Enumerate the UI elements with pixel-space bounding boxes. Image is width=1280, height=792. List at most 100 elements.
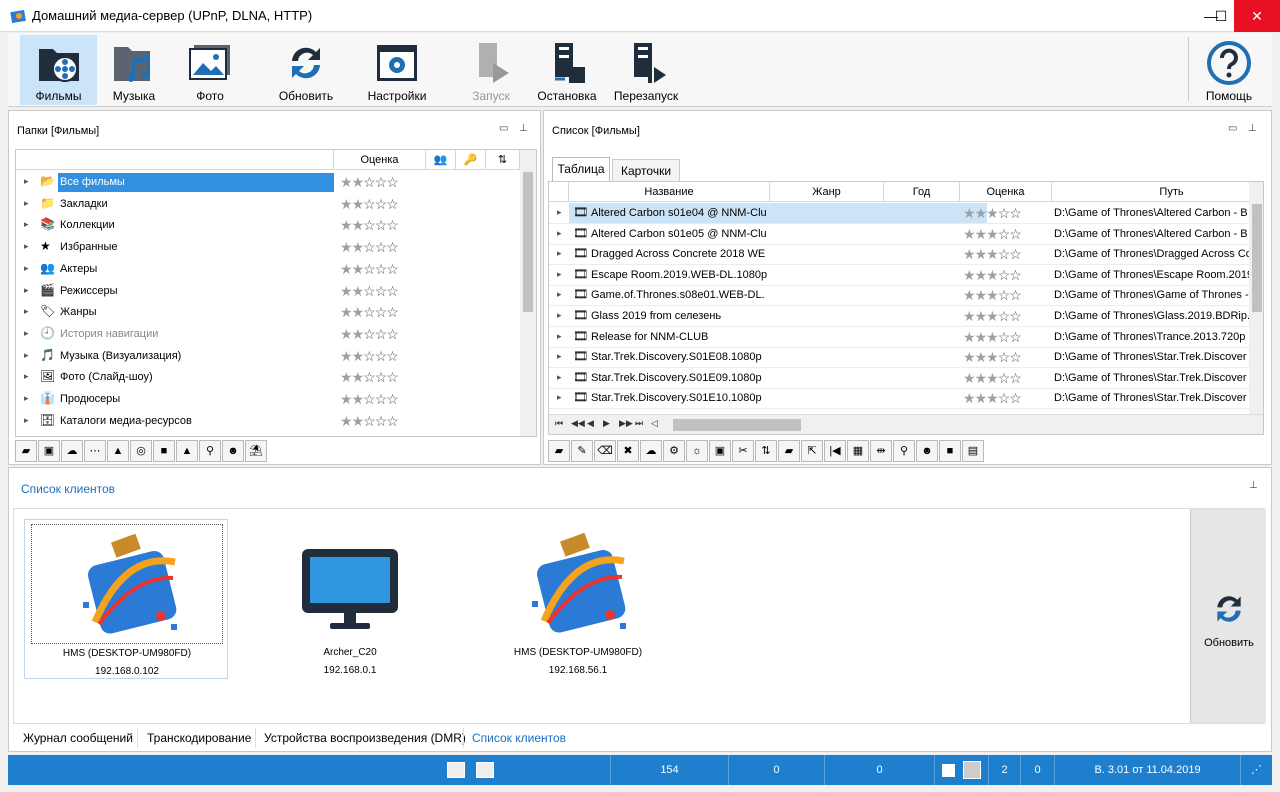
folder-icon[interactable]: ▣ bbox=[38, 440, 60, 462]
sort-column-icon[interactable]: ⇅ bbox=[486, 150, 520, 170]
expand-arrow-icon[interactable]: ▸ bbox=[557, 372, 562, 383]
music-button[interactable]: Музыка bbox=[98, 35, 170, 105]
rating-stars[interactable]: ★★☆☆☆ bbox=[340, 367, 399, 387]
column-path[interactable]: Путь bbox=[1052, 182, 1263, 202]
rating-stars[interactable]: ★★★☆☆ bbox=[963, 368, 1022, 388]
pin-icon[interactable]: ⊥ bbox=[519, 123, 528, 134]
expand-arrow-icon[interactable]: ▸ bbox=[557, 289, 562, 300]
navigator-button[interactable]: ⏭ bbox=[635, 418, 643, 429]
help-button[interactable]: Помощь bbox=[1198, 35, 1260, 105]
start-button[interactable]: Запуск bbox=[456, 35, 526, 105]
navigator-button[interactable]: ▶▶ bbox=[619, 418, 633, 429]
navigator-button[interactable]: ⏮ bbox=[555, 418, 563, 429]
photo-button[interactable]: Фото bbox=[174, 35, 246, 105]
table-row[interactable]: ▸ 🎞 Game.of.Thrones.s08e01.WEB-DL. ★★★☆☆ D:\… bbox=[549, 285, 1249, 307]
column-rating[interactable]: Оценка bbox=[960, 182, 1052, 202]
table-row[interactable]: ▸ 🎞 Altered Carbon s01e05 @ NNM-Clu ★★★☆☆ D:… bbox=[549, 224, 1249, 245]
pin-icon[interactable]: ⊥ bbox=[1248, 123, 1257, 134]
tools-icon[interactable]: ✂ bbox=[732, 440, 754, 462]
rating-stars[interactable]: ★★★☆☆ bbox=[963, 285, 1022, 305]
refresh-button[interactable]: Обновить bbox=[270, 35, 342, 105]
navigator-button[interactable]: ◀ bbox=[587, 418, 594, 429]
save-icon[interactable]: ■ bbox=[939, 440, 961, 462]
expand-arrow-icon[interactable]: ▸ bbox=[557, 207, 562, 218]
clients-refresh-button[interactable]: Обновить bbox=[1190, 509, 1266, 723]
films-scrollbar[interactable] bbox=[1249, 182, 1263, 414]
folder-item[interactable]: ▸ 📂 Все фильмы ★★☆☆☆ bbox=[16, 172, 520, 193]
web-icon[interactable]: ◎ bbox=[130, 440, 152, 462]
horizontal-scroll-thumb[interactable] bbox=[673, 419, 801, 431]
status-checkbox[interactable] bbox=[934, 755, 988, 785]
rating-stars[interactable]: ★★☆☆☆ bbox=[340, 411, 399, 431]
folder-item[interactable]: ▸ 📚 Коллекции ★★☆☆☆ bbox=[16, 215, 520, 236]
rating-stars[interactable]: ★★☆☆☆ bbox=[340, 324, 399, 344]
column-genre[interactable]: Жанр bbox=[770, 182, 884, 202]
folder-item[interactable]: ▸ 👔 Продюсеры ★★☆☆☆ bbox=[16, 389, 520, 410]
rating-stars[interactable]: ★★☆☆☆ bbox=[340, 194, 399, 214]
column-year[interactable]: Год bbox=[884, 182, 960, 202]
close-button[interactable]: ✕ bbox=[1234, 0, 1280, 32]
save-icon[interactable]: ■ bbox=[153, 440, 175, 462]
table-row[interactable]: ▸ 🎞 Star.Trek.Discovery.S01E09.1080p ★★★☆☆ D… bbox=[549, 368, 1249, 389]
tab-table[interactable]: Таблица bbox=[552, 157, 610, 182]
umbrella-icon[interactable]: ⛱ bbox=[245, 440, 267, 462]
rating-stars[interactable]: ★★★☆☆ bbox=[963, 265, 1022, 285]
folder-item[interactable]: ▸ 🏷 Жанры ★★☆☆☆ bbox=[16, 302, 520, 323]
rating-stars[interactable]: ★★☆☆☆ bbox=[340, 237, 399, 257]
rating-stars[interactable]: ★★☆☆☆ bbox=[340, 389, 399, 409]
status-icon-1[interactable] bbox=[438, 755, 474, 785]
rating-stars[interactable]: ★★★☆☆ bbox=[963, 203, 1022, 223]
folder-add-icon[interactable]: ▰ bbox=[778, 440, 800, 462]
client-card[interactable]: HMS (DESKTOP-UM980FD) 192.168.56.1 bbox=[476, 519, 680, 679]
expand-arrow-icon[interactable]: ▸ bbox=[24, 176, 29, 187]
restart-button[interactable]: Перезапуск bbox=[608, 35, 684, 105]
sort-icon[interactable]: ⇅ bbox=[755, 440, 777, 462]
delete-icon[interactable]: ⌫ bbox=[594, 440, 616, 462]
folder-item[interactable]: ▸ ★ Избранные ★★☆☆☆ bbox=[16, 237, 520, 258]
resize-grip-icon[interactable]: ⋰ bbox=[1240, 755, 1272, 785]
rating-stars[interactable]: ★★☆☆☆ bbox=[340, 302, 399, 322]
expand-arrow-icon[interactable]: ▸ bbox=[557, 248, 562, 259]
key-icon[interactable]: ⚲ bbox=[893, 440, 915, 462]
tab-client-list[interactable]: Список клиентов bbox=[472, 731, 566, 745]
status-icon-2[interactable] bbox=[474, 755, 610, 785]
rating-stars[interactable]: ★★☆☆☆ bbox=[340, 346, 399, 366]
table-row[interactable]: ▸ 🎞 Release for NNM-CLUB ★★★☆☆ D:\Game of Th… bbox=[549, 327, 1249, 348]
expand-arrow-icon[interactable]: ▸ bbox=[24, 393, 29, 404]
rating-stars[interactable]: ★★★☆☆ bbox=[963, 347, 1022, 367]
cloud-icon[interactable]: ☁ bbox=[640, 440, 662, 462]
table-row[interactable]: ▸ 🎞 Glass 2019 from селезень ★★★☆☆ D:\Game o… bbox=[549, 306, 1250, 327]
edit-icon[interactable]: ✎ bbox=[571, 440, 593, 462]
expand-arrow-icon[interactable]: ▸ bbox=[24, 371, 29, 382]
folder-item[interactable]: ▸ 🎵 Музыка (Визуализация) ★★☆☆☆ bbox=[16, 346, 520, 367]
folder-item[interactable]: ▸ 📁 Закладки ★★☆☆☆ bbox=[16, 194, 520, 215]
folders-scrollbar[interactable] bbox=[520, 150, 536, 436]
rating-stars[interactable]: ★★★☆☆ bbox=[963, 327, 1022, 347]
open-folder-icon[interactable]: ▰ bbox=[15, 440, 37, 462]
users-icon[interactable]: ☻ bbox=[222, 440, 244, 462]
rating-stars[interactable]: ★★★☆☆ bbox=[963, 244, 1022, 264]
table-row[interactable]: ▸ 🎞 Altered Carbon s01e04 @ NNM-Clu ★★★☆☆ D:… bbox=[549, 203, 1249, 224]
remove-icon[interactable]: ✖ bbox=[617, 440, 639, 462]
navigator-button[interactable]: ◀◀ bbox=[571, 418, 585, 429]
expand-arrow-icon[interactable]: ▸ bbox=[557, 351, 562, 362]
expand-arrow-icon[interactable]: ▸ bbox=[557, 228, 562, 239]
export-icon[interactable]: ⇱ bbox=[801, 440, 823, 462]
audio-icon[interactable]: |◀ bbox=[824, 440, 846, 462]
maximize-panel-icon[interactable]: ▭ bbox=[499, 123, 508, 134]
client-card[interactable]: Archer_C20 192.168.0.1 bbox=[248, 519, 452, 679]
resize-icon[interactable]: ⇹ bbox=[870, 440, 892, 462]
rating-stars[interactable]: ★★☆☆☆ bbox=[340, 172, 399, 192]
films-button[interactable]: Фильмы bbox=[20, 35, 97, 105]
folder-item[interactable]: ▸ 🗄 Каталоги медиа-ресурсов ★★☆☆☆ bbox=[16, 411, 520, 432]
tab-dmr-devices[interactable]: Устройства воспроизведения (DMR) bbox=[264, 731, 466, 745]
expand-arrow-icon[interactable]: ▸ bbox=[557, 392, 562, 403]
image-icon[interactable]: ▲ bbox=[107, 440, 129, 462]
expand-arrow-icon[interactable]: ▸ bbox=[24, 350, 29, 361]
rating-stars[interactable]: ★★★☆☆ bbox=[963, 224, 1022, 244]
tab-transcoding[interactable]: Транскодирование bbox=[147, 731, 251, 745]
maximize-panel-icon[interactable]: ▭ bbox=[1228, 123, 1237, 134]
expand-arrow-icon[interactable]: ▸ bbox=[24, 241, 29, 252]
table-row[interactable]: ▸ 🎞 Star.Trek.Discovery.S01E10.1080p ★★★☆☆ D… bbox=[549, 388, 1249, 410]
chart-icon[interactable]: ⋯ bbox=[84, 440, 106, 462]
